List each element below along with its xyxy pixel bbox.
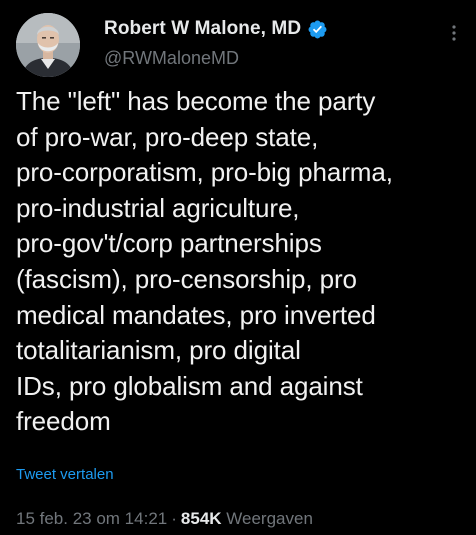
avatar-image [16,13,80,77]
views-label: Weergaven [226,509,313,528]
translate-tweet-link[interactable]: Tweet vertalen [16,466,114,483]
meta-separator: · [171,509,177,528]
views-count[interactable]: 854K [181,509,222,528]
tweet-card: Robert W Malone, MD @RWMaloneMD The "lef… [0,0,476,535]
verified-badge-icon [307,19,328,40]
author-handle[interactable]: @RWMaloneMD [104,48,239,69]
more-options-icon[interactable] [444,18,464,48]
tweet-timestamp[interactable]: 15 feb. 23 om 14:21 [16,509,167,528]
tweet-meta: 15 feb. 23 om 14:21 · 854K Weergaven [16,509,313,529]
author-display-name[interactable]: Robert W Malone, MD [104,18,301,40]
author-name-row: Robert W Malone, MD [104,18,328,40]
tweet-text: The "left" has become the party of pro-w… [16,86,393,437]
avatar[interactable] [16,13,80,77]
